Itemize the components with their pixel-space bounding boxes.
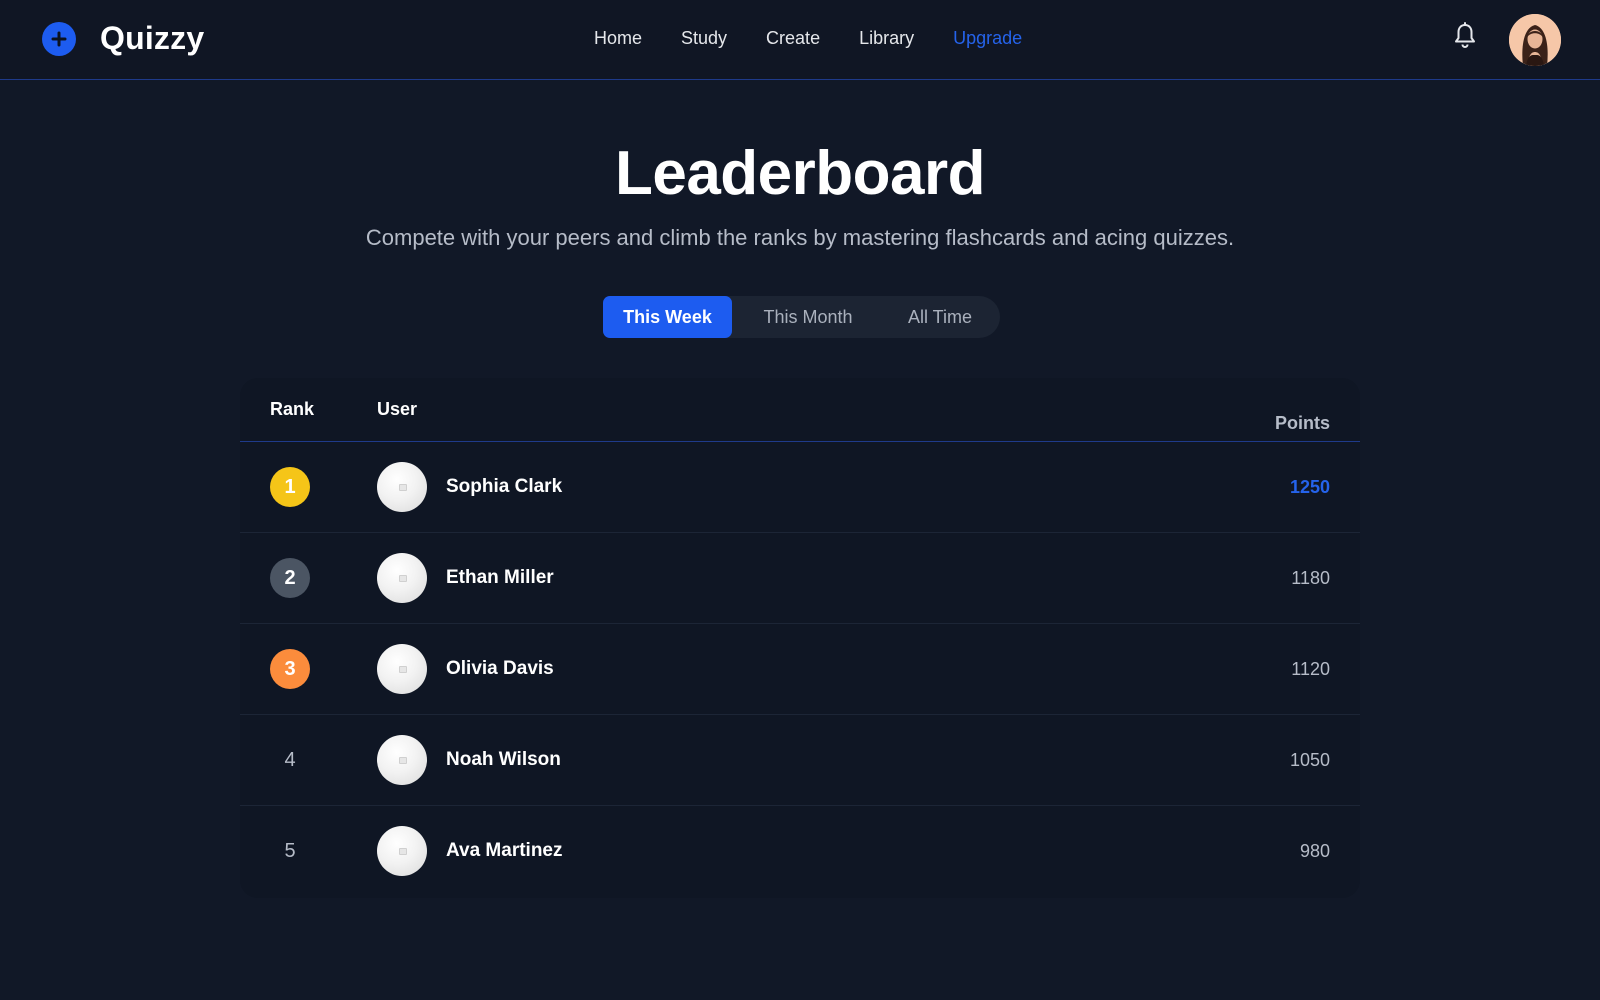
main-nav: Home Study Create Library Upgrade	[594, 28, 1061, 49]
nav-library[interactable]: Library	[859, 28, 914, 49]
rank-silver-badge: 2	[270, 558, 310, 598]
table-row[interactable]: 5 Ava Martinez 980	[240, 806, 1360, 897]
user-name[interactable]: Ava Martinez	[446, 840, 563, 862]
table-row[interactable]: 3 Olivia Davis 1120	[240, 624, 1360, 715]
avatar	[377, 826, 427, 876]
brand[interactable]: Quizzy	[42, 20, 204, 57]
leaderboard-table: Rank User Points 1 Sophia Clark 1250 2 E…	[240, 378, 1360, 898]
user-points: 1180	[1291, 568, 1330, 588]
rank-number: 4	[284, 748, 296, 771]
user-avatar-icon[interactable]	[1509, 14, 1561, 66]
nav-home[interactable]: Home	[594, 28, 642, 49]
table-row[interactable]: 2 Ethan Miller 1180	[240, 533, 1360, 624]
nav-study[interactable]: Study	[681, 28, 727, 49]
table-header: Rank User Points	[240, 378, 1360, 442]
user-name[interactable]: Ethan Miller	[446, 567, 554, 589]
nav-create[interactable]: Create	[766, 28, 820, 49]
brand-name: Quizzy	[100, 20, 205, 56]
table-row[interactable]: 4 Noah Wilson 1050	[240, 715, 1360, 806]
tab-this-week[interactable]: This Week	[603, 296, 732, 338]
tab-all-time[interactable]: All Time	[884, 296, 996, 338]
user-name[interactable]: Sophia Clark	[446, 476, 562, 498]
user-name[interactable]: Olivia Davis	[446, 658, 554, 680]
user-points: 1250	[1289, 477, 1330, 497]
user-points: 980	[1299, 841, 1330, 861]
plus-icon	[42, 21, 76, 56]
page-title: Leaderboard	[614, 139, 986, 208]
period-tabs: This Week This Month All Time	[603, 296, 1000, 338]
nav-upgrade[interactable]: Upgrade	[953, 28, 1022, 49]
page-subtitle: Compete with your peers and climb the ra…	[365, 225, 1235, 250]
bell-icon[interactable]	[1453, 22, 1477, 50]
user-points: 1120	[1291, 659, 1330, 679]
rank-bronze-badge: 3	[270, 649, 310, 689]
column-header-points: Points	[1274, 413, 1330, 433]
avatar	[377, 644, 427, 694]
avatar	[377, 735, 427, 785]
avatar	[377, 553, 427, 603]
table-row[interactable]: 1 Sophia Clark 1250	[240, 442, 1360, 533]
tab-this-month[interactable]: This Month	[732, 296, 884, 338]
user-points: 1050	[1289, 750, 1330, 770]
top-navigation-bar: Quizzy Home Study Create Library Upgrade	[0, 0, 1600, 80]
rank-number: 5	[284, 839, 296, 862]
column-header-user: User	[377, 399, 418, 419]
rank-gold-badge: 1	[270, 467, 310, 507]
user-name[interactable]: Noah Wilson	[446, 749, 561, 771]
column-header-rank: Rank	[270, 399, 315, 419]
avatar	[377, 462, 427, 512]
